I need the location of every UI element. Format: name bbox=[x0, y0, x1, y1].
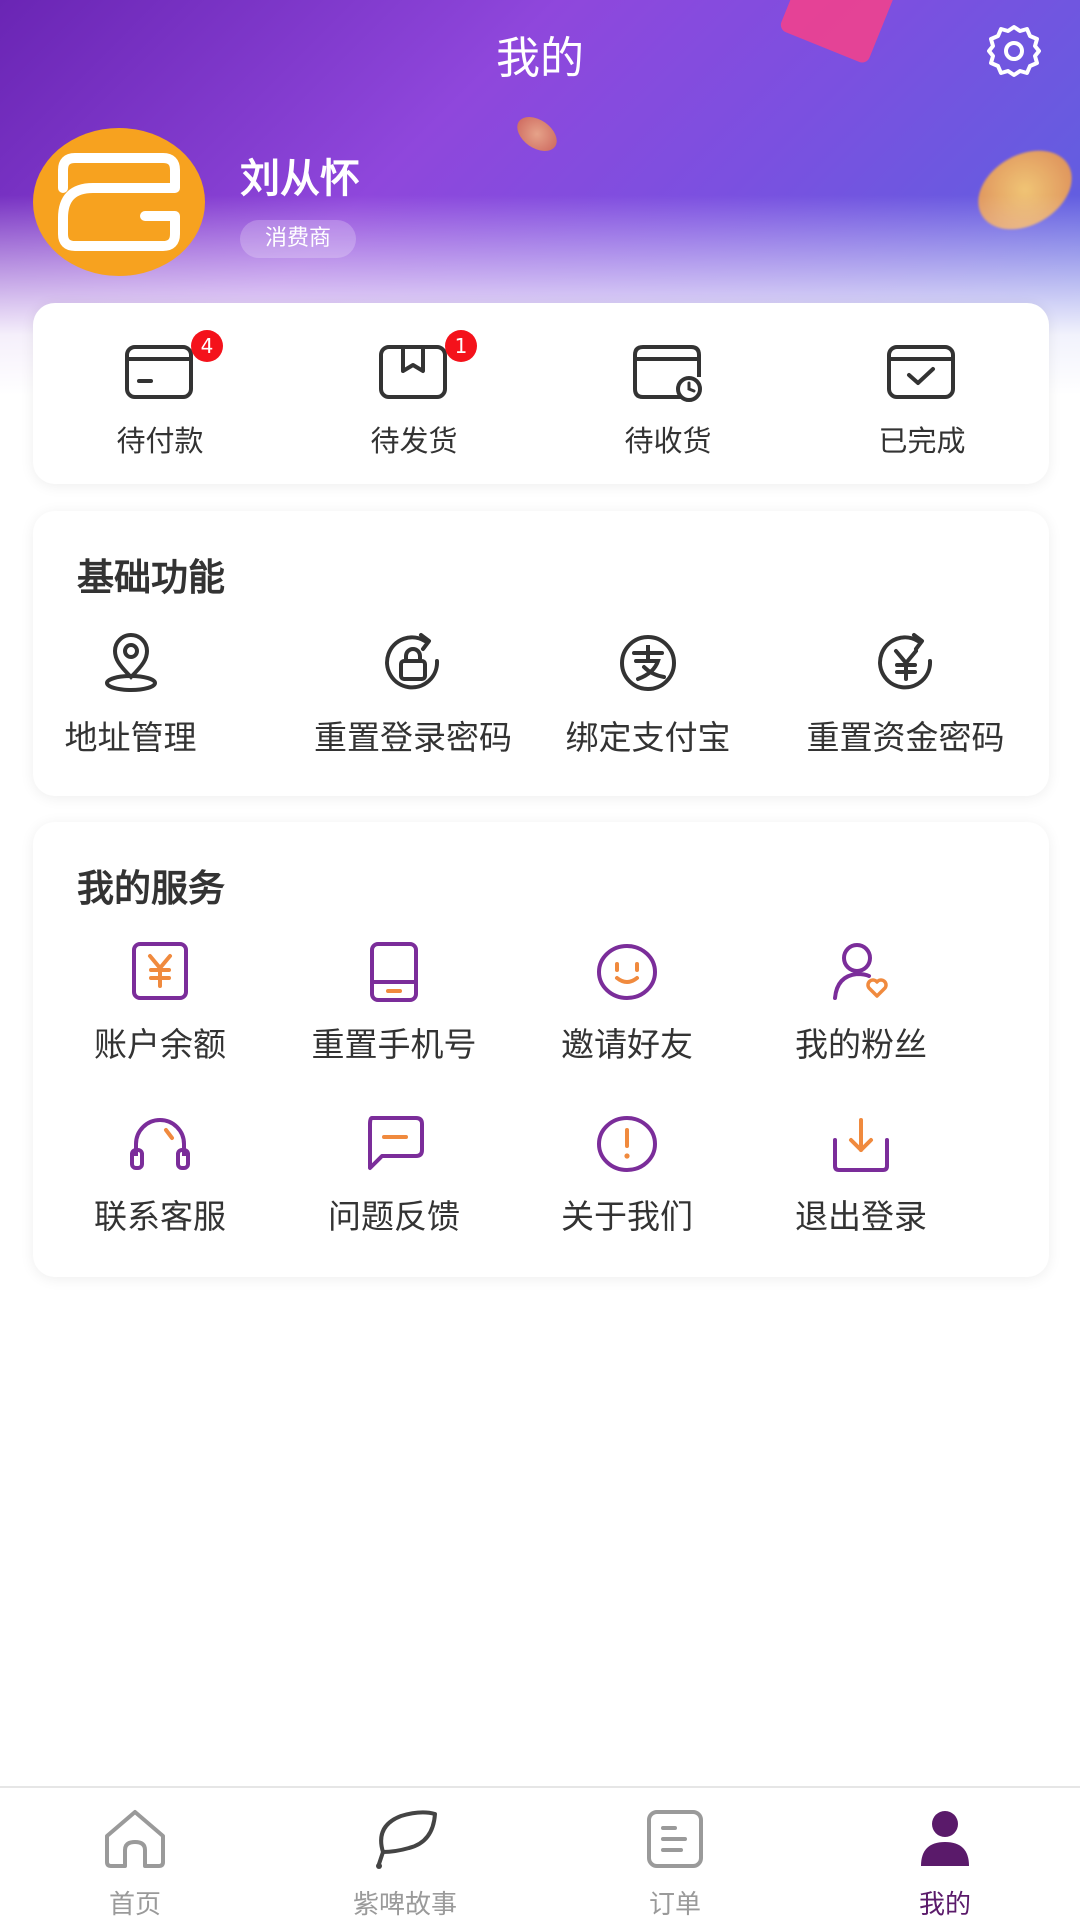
about-us-button[interactable]: 关于我们 bbox=[500, 1112, 754, 1242]
smile-icon bbox=[597, 944, 657, 1000]
leaf-chat-icon bbox=[376, 1810, 437, 1869]
tab-label: 我的 bbox=[918, 1890, 971, 1920]
contact-support-button[interactable]: 联系客服 bbox=[33, 1112, 287, 1242]
reset-phone-button[interactable]: 重置手机号 bbox=[267, 940, 521, 1070]
function-label: 重置资金密码 bbox=[806, 718, 1005, 757]
address-management-button[interactable]: 地址管理 bbox=[43, 631, 218, 771]
reset-fund-password-button[interactable]: 重置资金密码 bbox=[773, 631, 1038, 771]
service-label: 账户余额 bbox=[94, 1025, 226, 1064]
order-label: 待发货 bbox=[370, 424, 458, 458]
tab-label: 首页 bbox=[108, 1890, 161, 1920]
location-pin-icon bbox=[104, 633, 157, 692]
section-title: 我的服务 bbox=[77, 867, 225, 910]
tab-stories[interactable]: 紫啤故事 bbox=[270, 1788, 540, 1922]
info-alert-icon bbox=[597, 1116, 657, 1172]
wallet-card-icon bbox=[125, 345, 193, 399]
avatar[interactable] bbox=[33, 128, 205, 276]
service-label: 我的粉丝 bbox=[795, 1025, 927, 1064]
alipay-icon bbox=[620, 635, 676, 691]
order-pending-shipment[interactable]: 1 待发货 bbox=[287, 303, 541, 484]
wallet-check-icon bbox=[887, 345, 955, 399]
function-label: 绑定支付宝 bbox=[565, 718, 731, 757]
service-label: 邀请好友 bbox=[561, 1025, 693, 1064]
lock-refresh-icon bbox=[385, 633, 440, 690]
service-label: 退出登录 bbox=[795, 1197, 927, 1236]
order-label: 已完成 bbox=[878, 424, 966, 458]
gear-icon[interactable] bbox=[985, 22, 1043, 80]
order-status-card: 4 待付款 1 待发货 待收货 已完成 bbox=[33, 303, 1049, 484]
bottom-tab-bar: 首页 紫啤故事 订单 我的 bbox=[0, 1786, 1080, 1922]
decor-coin bbox=[510, 109, 564, 159]
order-label: 待付款 bbox=[116, 424, 204, 458]
order-label: 待收货 bbox=[624, 424, 712, 458]
service-label: 重置手机号 bbox=[311, 1025, 477, 1064]
tab-label: 紫啤故事 bbox=[352, 1890, 457, 1920]
bind-alipay-button[interactable]: 绑定支付宝 bbox=[543, 631, 753, 771]
basic-functions-card: 基础功能 地址管理 重置登录密码 绑定支付宝 重置资金密码 bbox=[33, 511, 1049, 796]
order-list-icon bbox=[647, 1810, 703, 1868]
user-icon bbox=[921, 1811, 969, 1866]
role-badge: 消费商 bbox=[240, 220, 357, 258]
service-label: 关于我们 bbox=[561, 1197, 693, 1236]
logout-download-icon bbox=[833, 1118, 889, 1172]
function-label: 重置登录密码 bbox=[314, 718, 512, 757]
box-bookmark-icon bbox=[379, 345, 447, 399]
message-icon bbox=[368, 1116, 424, 1170]
page-title: 我的 bbox=[496, 33, 584, 84]
yuan-box-icon bbox=[132, 942, 188, 1000]
wallet-clock-icon bbox=[633, 345, 702, 402]
decor-coin bbox=[964, 134, 1080, 246]
account-balance-button[interactable]: 账户余额 bbox=[33, 940, 287, 1070]
my-fans-button[interactable]: 我的粉丝 bbox=[734, 940, 988, 1070]
tab-me[interactable]: 我的 bbox=[810, 1788, 1080, 1922]
service-label: 问题反馈 bbox=[328, 1197, 460, 1236]
reset-login-password-button[interactable]: 重置登录密码 bbox=[273, 631, 553, 771]
yuan-refresh-icon bbox=[877, 633, 932, 690]
section-title: 基础功能 bbox=[77, 556, 225, 599]
logout-button[interactable]: 退出登录 bbox=[734, 1112, 988, 1242]
feedback-button[interactable]: 问题反馈 bbox=[267, 1112, 521, 1242]
tab-orders[interactable]: 订单 bbox=[540, 1788, 810, 1922]
invite-friends-button[interactable]: 邀请好友 bbox=[500, 940, 754, 1070]
order-completed[interactable]: 已完成 bbox=[795, 303, 1049, 484]
my-services-card: 我的服务 账户余额 重置手机号 邀请好友 我的粉丝 联系客服 问题反馈 关于我们… bbox=[33, 822, 1049, 1277]
user-name: 刘从怀 bbox=[240, 156, 360, 202]
tab-label: 订单 bbox=[648, 1890, 701, 1920]
home-icon bbox=[105, 1810, 165, 1868]
service-label: 联系客服 bbox=[94, 1197, 226, 1236]
tab-home[interactable]: 首页 bbox=[0, 1788, 270, 1922]
count-badge: 1 bbox=[445, 330, 477, 362]
function-label: 地址管理 bbox=[64, 718, 197, 757]
headset-icon bbox=[130, 1118, 190, 1170]
order-pending-receipt[interactable]: 待收货 bbox=[541, 303, 795, 484]
phone-icon bbox=[370, 942, 418, 1002]
user-heart-icon bbox=[833, 943, 888, 1000]
order-pending-payment[interactable]: 4 待付款 bbox=[33, 303, 287, 484]
count-badge: 4 bbox=[191, 330, 223, 362]
